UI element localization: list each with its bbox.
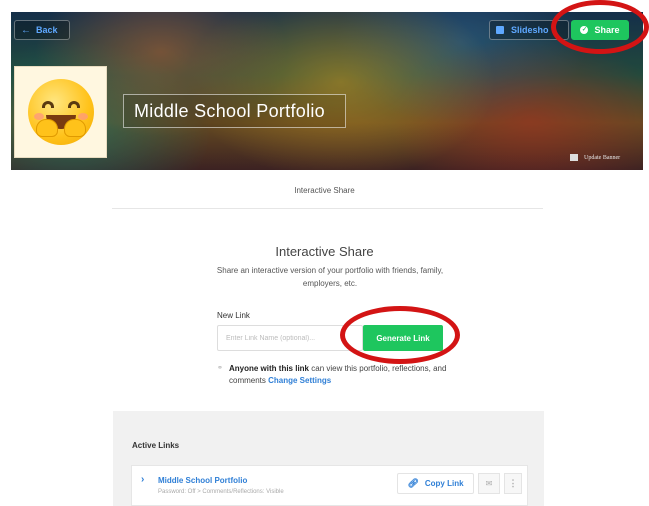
portfolio-avatar[interactable] [14,66,107,158]
slideshow-label: Slidesho [511,25,549,35]
check-circle-icon: ✓ [580,26,589,34]
image-icon [570,154,578,161]
mail-icon: ✉ [485,479,493,488]
change-settings-link[interactable]: Change Settings [268,376,331,385]
slideshow-icon [496,26,504,34]
link-icon: ⚭ [217,365,223,372]
section-title: Interactive Share [275,244,374,259]
back-button[interactable]: ← Back [14,20,70,40]
perm-bold: Anyone with this link [229,364,310,373]
email-button[interactable]: ✉ [478,473,500,494]
link-meta: Password: Off > Comments/Reflections: Vi… [158,489,284,495]
portfolio-banner: ← Back Slidesho ✓ Share Middle School Po… [11,12,643,170]
new-link-label: New Link [217,311,250,320]
back-label: Back [36,25,58,35]
permission-note: ⚭ Anyone with this link can view this po… [217,363,457,387]
list-item: › Middle School Portfolio Password: Off … [131,465,528,506]
more-options-button[interactable]: ⋮ [504,473,522,494]
active-links-title: Active Links [132,441,180,450]
more-vertical-icon: ⋮ [508,478,518,488]
share-button[interactable]: ✓ Share [571,20,629,40]
update-banner-button[interactable]: Update Banner [570,154,620,161]
copy-link-label: Copy Link [424,479,464,488]
arrow-left-icon: ← [21,24,31,36]
link-name[interactable]: Middle School Portfolio [158,476,247,485]
link-name-input[interactable] [217,325,363,351]
link-icon: 🔗︎ [407,478,419,488]
copy-link-button[interactable]: 🔗︎ Copy Link [397,473,474,494]
update-banner-label: Update Banner [584,154,621,161]
smiling-emoji-icon [27,79,94,145]
section-description: Share an interactive version of your por… [216,266,444,288]
tab-interactive-share[interactable]: Interactive Share [0,186,649,195]
slideshow-button[interactable]: Slidesho [489,20,569,40]
share-label: Share [594,25,620,35]
chevron-right-icon[interactable]: › [141,474,144,485]
active-links-panel: Active Links › Middle School Portfolio P… [113,411,544,506]
divider [112,208,543,209]
portfolio-title[interactable]: Middle School Portfolio [123,94,346,128]
generate-link-button[interactable]: Generate Link [363,325,443,351]
